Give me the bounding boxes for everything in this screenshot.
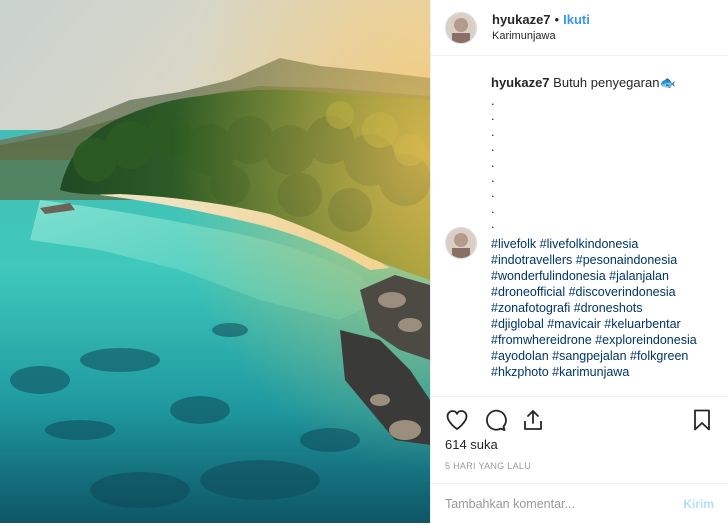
hashtag-line[interactable]: #droneofficial #discoverindonesia (491, 284, 721, 300)
dot-line: . (491, 185, 495, 201)
comments-area[interactable]: hyukaze7 Butuh penyegaran🐟 . . . . . . .… (431, 55, 728, 395)
dot-line: . (491, 200, 495, 216)
hashtag-line[interactable]: #livefolk #livefolkindonesia (491, 236, 721, 252)
hashtag-line[interactable]: #djiglobal #mavicair #keluarbentar (491, 316, 721, 332)
avatar-image (446, 12, 476, 43)
post-timestamp[interactable]: 5 HARI YANG LALU (445, 461, 531, 471)
avatar[interactable] (445, 11, 477, 44)
beach-aerial-image (0, 0, 430, 523)
add-comment-bar: Tambahkan komentar... Kirim (431, 483, 728, 525)
dot-line: . (491, 139, 495, 155)
dot-line: . (491, 93, 495, 108)
comment-icon[interactable] (483, 408, 507, 432)
post-comment-button[interactable]: Kirim (683, 497, 714, 511)
avatar-image (446, 228, 476, 258)
username-link[interactable]: hyukaze7 (492, 12, 551, 27)
heart-icon[interactable] (445, 408, 469, 432)
likes-count[interactable]: 614 suka (445, 437, 498, 452)
follow-button[interactable]: Ikuti (563, 12, 590, 27)
comment-input[interactable]: Tambahkan komentar... (445, 497, 575, 511)
post-photo[interactable] (0, 0, 430, 523)
caption: hyukaze7 Butuh penyegaran🐟 (491, 75, 721, 91)
post-actions: 614 suka 5 HARI YANG LALU Tambahkan kome… (431, 396, 728, 524)
instagram-post-modal: hyukaze7 • Ikuti Karimunjawa hyukaze7 Butu… (0, 0, 728, 523)
caption-text: Butuh penyegaran (553, 75, 660, 90)
caption-username[interactable]: hyukaze7 (491, 75, 550, 90)
share-icon[interactable] (521, 408, 545, 432)
hashtags: #livefolk #livefolkindonesia #indotravel… (491, 236, 721, 380)
action-icons (445, 408, 545, 432)
fish-emoji: 🐟 (659, 75, 676, 90)
bookmark-icon[interactable] (690, 408, 714, 432)
hashtag-line[interactable]: #ayodolan #sangpejalan #folkgreen (491, 348, 721, 364)
post-sidebar: hyukaze7 • Ikuti Karimunjawa hyukaze7 Butu… (430, 0, 728, 523)
separator-dot: • (554, 11, 560, 27)
post-header: hyukaze7 • Ikuti Karimunjawa (431, 0, 728, 56)
hashtag-line[interactable]: #zonafotografi #droneshots (491, 300, 721, 316)
header-info: hyukaze7 • Ikuti Karimunjawa (492, 12, 590, 44)
hashtag-line[interactable]: #hkzphoto #karimunjawa (491, 364, 721, 380)
location-link[interactable]: Karimunjawa (492, 28, 590, 44)
hashtag-line[interactable]: #fromwhereidrone #exploreindonesia (491, 332, 721, 348)
dot-line: . (491, 108, 495, 124)
dot-line: . (491, 216, 495, 232)
dot-line: . (491, 154, 495, 170)
dot-line: . (491, 170, 495, 186)
avatar[interactable] (445, 227, 477, 259)
hashtag-line[interactable]: #wonderfulindonesia #jalanjalan (491, 268, 721, 284)
hashtag-line[interactable]: #indotravellers #pesonaindonesia (491, 252, 721, 268)
dot-line: . (491, 123, 495, 139)
caption-dots: . . . . . . . . . (491, 93, 495, 232)
